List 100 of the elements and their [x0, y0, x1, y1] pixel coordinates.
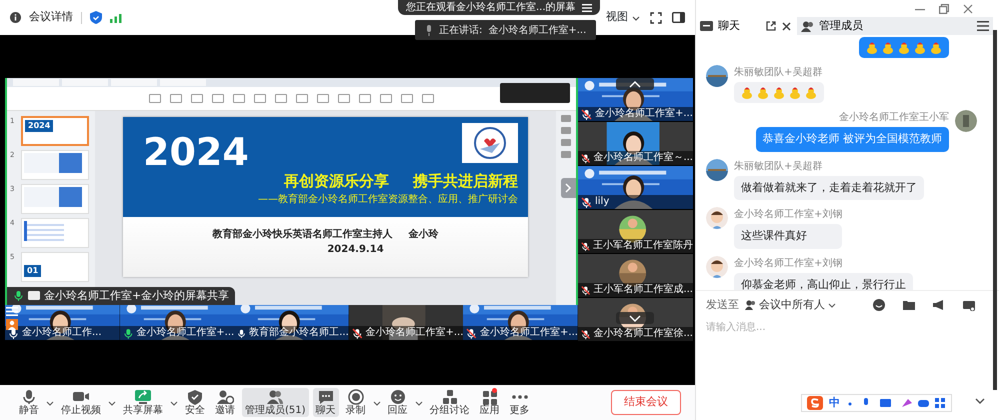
caret-icon[interactable] — [372, 398, 381, 406]
people-icon — [801, 20, 814, 32]
caret-icon[interactable] — [632, 14, 640, 22]
slide-thumbnail[interactable]: 2024 — [21, 116, 89, 146]
emoji-icon[interactable] — [873, 299, 885, 312]
caret-icon[interactable] — [170, 398, 178, 406]
close-icon[interactable] — [782, 22, 791, 30]
duck-sticker-icon — [914, 41, 926, 54]
avatar — [706, 158, 728, 180]
chevron-down-icon[interactable] — [975, 398, 985, 405]
restore-icon[interactable] — [939, 4, 949, 14]
toolbar-button[interactable]: 更多 — [506, 388, 533, 417]
toolbar-button[interactable]: 聊天 — [312, 388, 339, 417]
folder-icon[interactable] — [903, 300, 915, 310]
speaking-label: 正在讲话: — [439, 24, 482, 38]
toolbar-button[interactable]: 共享屏幕 — [120, 388, 166, 417]
slide-thumbnail[interactable] — [21, 184, 89, 214]
share-owner: 金小玲名师工作室+金小玲的屏幕共享 — [44, 288, 230, 304]
message-bubble: 恭喜金小玲老师 被评为全国模范教师 — [756, 127, 949, 152]
avatar — [706, 207, 728, 229]
next-slide-button[interactable] — [561, 178, 576, 198]
mic-icon — [13, 290, 24, 302]
duck-sticker-icon — [805, 86, 817, 99]
duck-sticker-icon — [898, 41, 910, 54]
toolbar-button[interactable]: 分组讨论 — [426, 388, 473, 417]
sender-name: 朱丽敏团队+吴超群 — [734, 66, 824, 80]
panel-tab[interactable]: 管理成员 — [797, 17, 993, 35]
video-tile[interactable]: 金小玲名师工作室+... — [120, 305, 234, 340]
toolbar-button[interactable]: 应用 — [476, 388, 503, 417]
menu-icon[interactable] — [977, 21, 989, 31]
participant-name: 金小玲名师工作室+... — [136, 328, 234, 338]
participant-name: 王小军名师工作室成... — [593, 285, 693, 295]
recipient-dropdown[interactable]: 会议中所有人 — [745, 297, 836, 314]
slide-headline: 再创资源乐分享 — [284, 173, 389, 190]
end-meeting-button[interactable]: 结束会议 — [611, 390, 681, 415]
slide-subtitle: ——教育部金小玲名师工作室资源整合、应用、推广研讨会 — [257, 192, 518, 206]
screenshot-icon[interactable] — [963, 300, 975, 311]
duck-sticker-icon — [741, 86, 753, 99]
slide-thumbnail[interactable] — [21, 150, 89, 180]
sender-name: 金小玲名师工作室王小军 — [839, 110, 949, 125]
shield-icon[interactable] — [90, 11, 102, 24]
sender-name: 朱丽敏团队+吴超群 — [734, 160, 824, 174]
video-tile[interactable]: 王小军名师工作室陈丹 — [578, 210, 693, 253]
video-tile[interactable]: lily — [578, 166, 693, 209]
view-button[interactable]: 视图 — [606, 9, 640, 26]
send-to-label: 发送至 — [706, 297, 739, 313]
video-tile[interactable]: 金小玲名师工作室+... — [348, 305, 464, 340]
info-icon[interactable] — [10, 12, 21, 23]
megaphone-icon[interactable] — [933, 300, 945, 310]
pop-out-icon[interactable] — [766, 21, 776, 31]
caret-icon[interactable] — [828, 301, 836, 310]
toolbar-button[interactable]: 录制 — [342, 388, 369, 417]
smiley-icon — [388, 389, 407, 405]
video-tile[interactable]: 教育部金小玲名师工... — [234, 305, 349, 340]
message-bubble: 这些课件真好 — [734, 224, 842, 248]
ime-logo-icon[interactable] — [807, 396, 823, 410]
slide-year: 2024 — [142, 133, 249, 171]
toolbar-button[interactable]: 邀请 — [212, 388, 238, 417]
chat-icon — [700, 21, 713, 31]
side-panel-icon[interactable] — [672, 12, 685, 23]
video-tile[interactable]: 金小玲名师工作室徐... — [578, 298, 693, 341]
video-tile[interactable]: 金小玲名师工作... — [5, 305, 120, 340]
scroll-down-button[interactable] — [616, 312, 654, 324]
chat-icon — [316, 389, 335, 405]
participant-name: 金小玲名师工作室徐... — [593, 329, 693, 339]
add-person-icon — [216, 389, 234, 405]
scrollbar[interactable] — [993, 30, 997, 390]
participant-name: 王小军名师工作室陈丹 — [593, 241, 693, 251]
video-tile[interactable]: 金小玲名师工作室+... — [463, 305, 578, 340]
record-icon — [346, 389, 365, 405]
toolbar-button[interactable]: 静音 — [16, 388, 42, 417]
scroll-up-button[interactable] — [616, 78, 654, 90]
toolbar-button[interactable]: 停止视频 — [58, 388, 104, 417]
slide-thumbnail[interactable] — [21, 218, 89, 248]
chevron-down-icon — [629, 314, 641, 322]
speaker-name: 金小玲名师工作室+... — [488, 24, 586, 38]
slide-date: 2024.9.14 — [327, 243, 384, 257]
participant-name: 金小玲名师工作室+... — [480, 328, 578, 338]
person-icon[interactable] — [6, 319, 18, 330]
toolbar-button[interactable]: 管理成员(51) — [242, 388, 309, 417]
toolbar-button[interactable]: 安全 — [182, 388, 208, 417]
toolbar-button[interactable]: 回应 — [384, 388, 411, 417]
list-icon[interactable] — [582, 4, 592, 12]
message-bubble: 仰慕金老师，高山仰止，景行行止 — [734, 272, 913, 290]
presenter-name: 金小玲 — [408, 228, 438, 242]
caret-icon[interactable] — [414, 398, 423, 406]
caret-icon[interactable] — [108, 398, 116, 406]
caret-icon[interactable] — [46, 398, 54, 406]
presenter-title: 教育部金小玲快乐英语名师工作室主持人 — [212, 227, 392, 242]
slide-thumbnail[interactable]: 01 — [21, 252, 89, 282]
thumbnail-title: 2024 — [25, 120, 54, 132]
video-tile[interactable]: 王小军名师工作室成... — [578, 254, 693, 297]
sender-name: 金小玲名师工作室+刘钢 — [734, 256, 844, 270]
duck-sticker-icon — [773, 86, 785, 99]
close-icon[interactable] — [963, 4, 973, 14]
fullscreen-icon[interactable] — [650, 12, 662, 24]
signal-icon — [110, 12, 122, 22]
ime-mode[interactable]: 中 — [829, 394, 840, 412]
meeting-details-link[interactable]: 会议详情 — [29, 9, 73, 26]
share-screen-icon — [134, 389, 152, 405]
